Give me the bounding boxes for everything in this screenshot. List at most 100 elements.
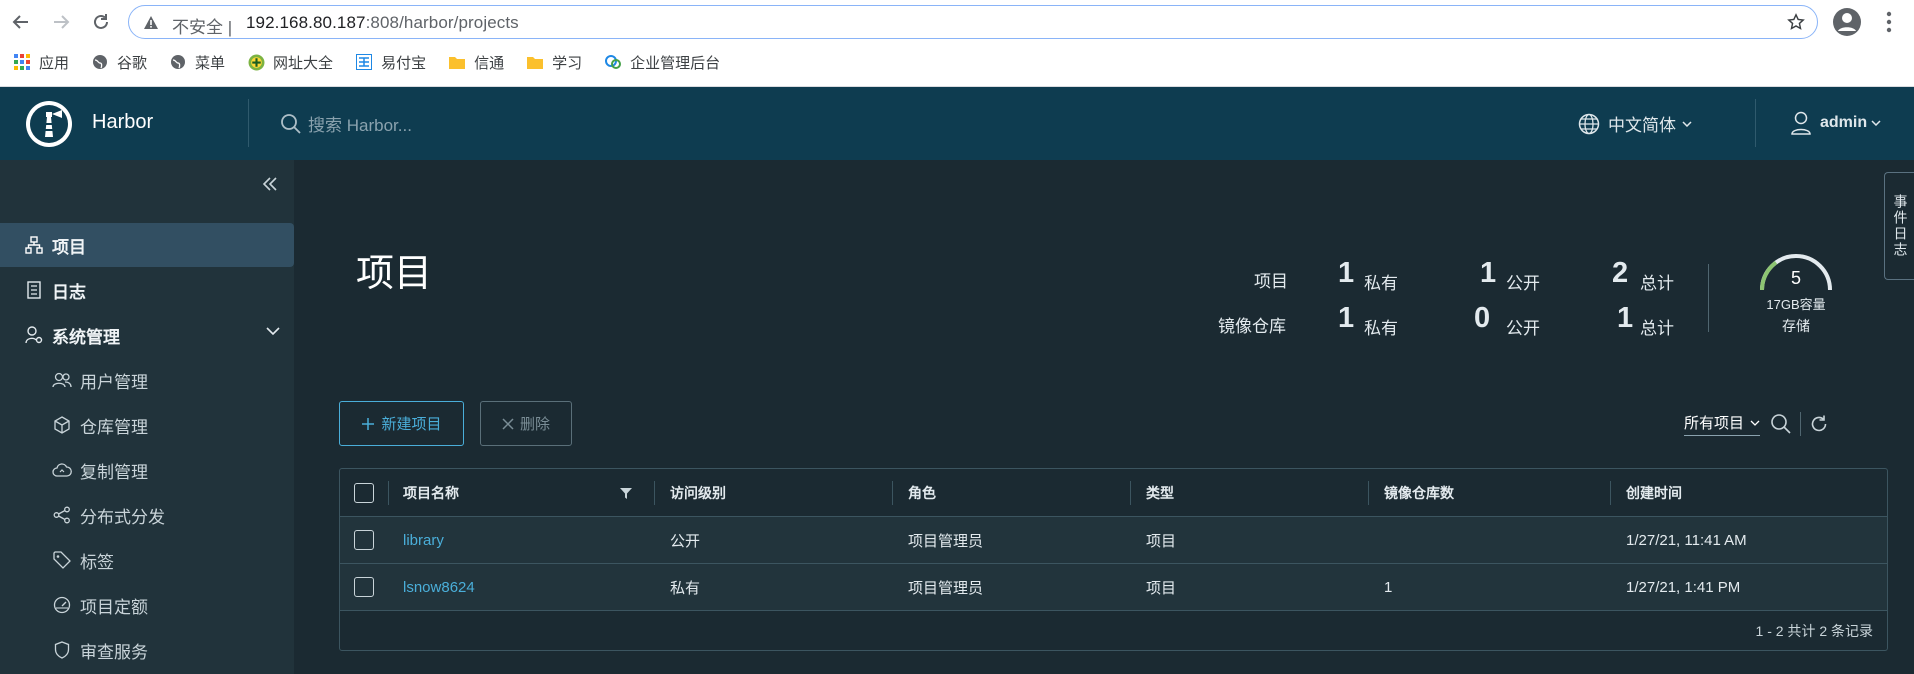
folder-icon	[448, 53, 466, 71]
share-icon	[52, 505, 72, 525]
repo-count: 1	[1384, 578, 1393, 596]
creation-time: 1/27/21, 1:41 PM	[1626, 578, 1741, 596]
bookmark-apps[interactable]: 应用	[13, 52, 69, 73]
row-checkbox[interactable]	[354, 517, 374, 563]
projects-icon	[24, 235, 44, 255]
sidebar-item-logs[interactable]: 日志	[0, 268, 294, 312]
cloud-icon	[52, 460, 72, 480]
storage-label: 存储	[1782, 318, 1810, 334]
bookmark-menu[interactable]: 菜单	[169, 52, 225, 73]
bookmarks-bar: 应用 谷歌 菜单 网址大全 易付宝 信通 学习 企业管理后台	[0, 45, 1914, 79]
stats-public-label: 公开	[1506, 274, 1540, 293]
table-row[interactable]: library 公开 项目管理员 项目 1/27/21, 11:41 AM	[340, 516, 1887, 563]
column-header-created[interactable]: 创建时间	[1626, 469, 1682, 516]
bookmark-study[interactable]: 学习	[526, 52, 582, 73]
column-divider	[892, 481, 893, 505]
sidebar-item-administration[interactable]: 系统管理	[0, 313, 294, 357]
column-header-role[interactable]: 角色	[908, 469, 936, 516]
stats-repos-public-count: 0	[1474, 302, 1491, 334]
role: 项目管理员	[908, 579, 984, 597]
pagination-summary: 1 - 2 共计 2 条记录	[1755, 622, 1873, 639]
back-button[interactable]	[8, 9, 34, 35]
bookmark-yifubao[interactable]: 易付宝	[355, 52, 426, 73]
column-header-name[interactable]: 项目名称	[403, 469, 459, 516]
stats-private-label: 私有	[1364, 319, 1398, 338]
access-level: 公开	[670, 532, 701, 550]
sidebar-item-replications[interactable]: 复制管理	[0, 448, 294, 492]
address-bar[interactable]: 不安全 | 192.168.80.187:808/harbor/projects	[128, 5, 1818, 39]
sidebar-item-labels[interactable]: 标签	[0, 538, 294, 582]
forward-button[interactable]	[48, 9, 74, 35]
project-name-link[interactable]: lsnow8624	[403, 564, 475, 610]
type: 项目	[1146, 579, 1177, 597]
select-all-checkbox[interactable]	[354, 469, 374, 516]
column-header-repo-count[interactable]: 镜像仓库数	[1384, 469, 1454, 516]
header-divider	[1755, 99, 1756, 147]
bookmark-google[interactable]: 谷歌	[91, 52, 147, 73]
project-filter-bar: 所有项目	[1684, 412, 1829, 436]
storage-count: 5	[1790, 268, 1801, 288]
stats-projects-private-count: 1	[1338, 257, 1355, 289]
search-placeholder: 搜索 Harbor...	[308, 116, 412, 135]
harbor-logo[interactable]	[24, 99, 74, 149]
column-header-type[interactable]: 类型	[1146, 469, 1174, 516]
project-filter-select[interactable]: 所有项目	[1684, 412, 1761, 436]
stats-repos-total-count: 1	[1617, 302, 1634, 334]
chevron-down-icon	[1682, 120, 1692, 127]
refresh-button[interactable]	[1809, 414, 1829, 434]
globe-icon	[169, 53, 187, 71]
bookmark-enterprise-admin[interactable]: 企业管理后台	[604, 52, 720, 73]
stats-total-label: 总计	[1640, 274, 1674, 293]
language-selector[interactable]: 中文简体	[1578, 111, 1692, 136]
bookmark-star-icon	[1787, 13, 1805, 30]
box-icon	[52, 415, 72, 435]
storage-capacity: 17GB容量	[1766, 297, 1826, 312]
browser-menu-button[interactable]	[1886, 11, 1892, 33]
sidebar-item-users[interactable]: 用户管理	[0, 358, 294, 402]
creation-time: 1/27/21, 11:41 AM	[1626, 531, 1747, 549]
sidebar-item-distributions[interactable]: 分布式分发	[0, 493, 294, 537]
column-header-access[interactable]: 访问级别	[670, 469, 726, 516]
bookmark-xintong[interactable]: 信通	[448, 52, 504, 73]
profile-avatar[interactable]	[1832, 7, 1862, 37]
bookmark-url-directory[interactable]: 网址大全	[247, 52, 333, 73]
table-row[interactable]: lsnow8624 私有 项目管理员 项目 1 1/27/21, 1:41 PM	[340, 563, 1887, 610]
row-checkbox[interactable]	[354, 564, 374, 610]
sidebar-item-quotas[interactable]: 项目定额	[0, 583, 294, 627]
delete-button[interactable]: 删除	[480, 401, 572, 446]
double-chevron-left-icon	[262, 177, 277, 191]
new-project-button[interactable]: 新建项目	[339, 401, 464, 446]
logs-icon	[24, 280, 44, 300]
reload-button[interactable]	[88, 9, 114, 35]
tag-icon	[52, 550, 72, 570]
stats-divider	[1708, 264, 1709, 332]
shield-icon	[52, 640, 72, 660]
header-divider	[248, 99, 249, 147]
sidebar-item-registries[interactable]: 仓库管理	[0, 403, 294, 447]
sidebar-item-projects[interactable]: 项目	[0, 223, 294, 267]
column-divider	[654, 481, 655, 505]
sidebar: 项目 日志 系统管理 用户管理 仓库管理 复制管理 分布式分发 标签 项目定额 …	[0, 160, 294, 674]
arrow-right-icon	[54, 15, 70, 29]
close-icon	[502, 417, 514, 430]
folder-icon	[526, 53, 544, 71]
column-filter-button[interactable]	[620, 469, 632, 516]
user-menu[interactable]: admin	[1790, 111, 1881, 135]
chevron-down-icon	[1750, 420, 1760, 426]
event-log-tab[interactable]: 事件日志	[1884, 172, 1914, 280]
chevron-down-icon	[266, 327, 280, 336]
global-search[interactable]: 搜索 Harbor...	[280, 111, 412, 136]
url-row: 不安全 | 192.168.80.187:808/harbor/projects	[0, 0, 1914, 45]
table-search-button[interactable]	[1770, 413, 1792, 435]
stats-total-label: 总计	[1640, 319, 1674, 338]
brand-name[interactable]: Harbor	[92, 111, 153, 134]
language-label: 中文简体	[1608, 116, 1676, 135]
globe-icon	[1578, 113, 1600, 134]
project-name-link[interactable]: library	[403, 517, 444, 563]
sidebar-item-interrogation[interactable]: 审查服务	[0, 628, 294, 672]
collapse-sidebar-button[interactable]	[262, 176, 278, 192]
search-icon	[1771, 414, 1791, 434]
apps-grid-icon	[13, 53, 31, 71]
filter-divider	[1800, 412, 1802, 436]
storage-gauge: 5 17GB容量 存储	[1756, 250, 1836, 340]
